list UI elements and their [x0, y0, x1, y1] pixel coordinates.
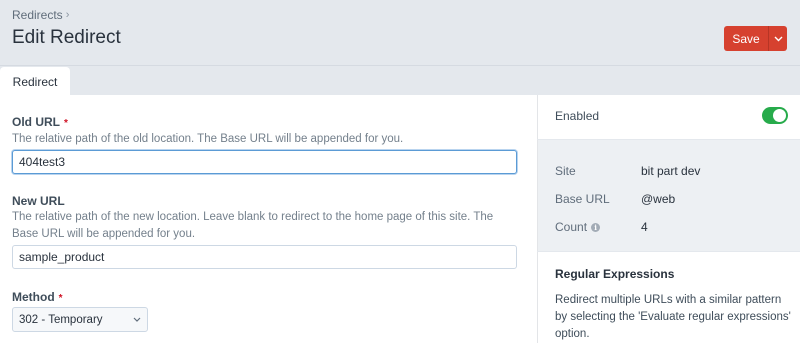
- main-form: Old URL * The relative path of the old lo…: [0, 95, 537, 343]
- meta-key-count: Count i: [555, 220, 601, 234]
- meta-value: @web: [641, 192, 676, 206]
- page-header: Redirects › Edit Redirect Save: [0, 0, 800, 66]
- enabled-section: Enabled: [537, 95, 800, 139]
- old-url-help: The relative path of the old location. T…: [12, 133, 404, 145]
- info-icon[interactable]: i: [591, 222, 601, 232]
- chevron-down-icon: [774, 36, 782, 41]
- new-url-input[interactable]: sample_product: [12, 245, 517, 269]
- enabled-label: Enabled: [555, 109, 600, 123]
- tab-redirect[interactable]: Redirect: [0, 67, 70, 96]
- toggle-knob: [773, 109, 786, 122]
- enabled-toggle[interactable]: [762, 107, 788, 124]
- regex-section: Regular Expressions Redirect multiple UR…: [537, 252, 800, 343]
- new-url-label: New URL: [12, 194, 65, 208]
- regex-title: Regular Expressions: [555, 267, 675, 281]
- meta-key: Base URL: [555, 192, 610, 206]
- meta-key: Site: [555, 164, 576, 178]
- tab-bar: Redirect: [0, 67, 800, 96]
- method-label: Method *: [12, 290, 63, 304]
- old-url-input[interactable]: 404test3: [12, 150, 517, 174]
- required-mark: *: [64, 118, 68, 129]
- old-url-label: Old URL *: [12, 115, 68, 129]
- chevron-down-icon: [133, 317, 141, 322]
- meta-value: bit part dev: [641, 164, 701, 178]
- meta-section: Site bit part dev Base URL @web Count i …: [537, 140, 800, 251]
- regex-description: Redirect multiple URLs with a similar pa…: [555, 294, 791, 340]
- required-mark: *: [58, 293, 63, 304]
- meta-key-text: Count: [555, 220, 588, 234]
- new-url-help: The relative path of the new location. L…: [12, 211, 494, 240]
- details-sidebar: Enabled Site bit part dev Base URL @web …: [537, 95, 800, 343]
- old-url-label-text: Old URL: [12, 115, 60, 129]
- method-label-text: Method: [12, 290, 55, 304]
- method-select[interactable]: 302 - Temporary: [12, 307, 148, 332]
- page-title: Edit Redirect: [12, 27, 121, 48]
- breadcrumb: Redirects ›: [12, 8, 69, 22]
- method-select-value: 302 - Temporary: [19, 313, 103, 326]
- new-url-label-text: New URL: [12, 194, 65, 208]
- chevron-right-icon: ›: [65, 9, 70, 21]
- save-menu-button[interactable]: [768, 26, 787, 51]
- save-button[interactable]: Save: [724, 26, 768, 51]
- breadcrumb-link-redirects[interactable]: Redirects: [12, 8, 63, 22]
- meta-value: 4: [641, 220, 648, 234]
- save-button-group: Save: [724, 26, 787, 51]
